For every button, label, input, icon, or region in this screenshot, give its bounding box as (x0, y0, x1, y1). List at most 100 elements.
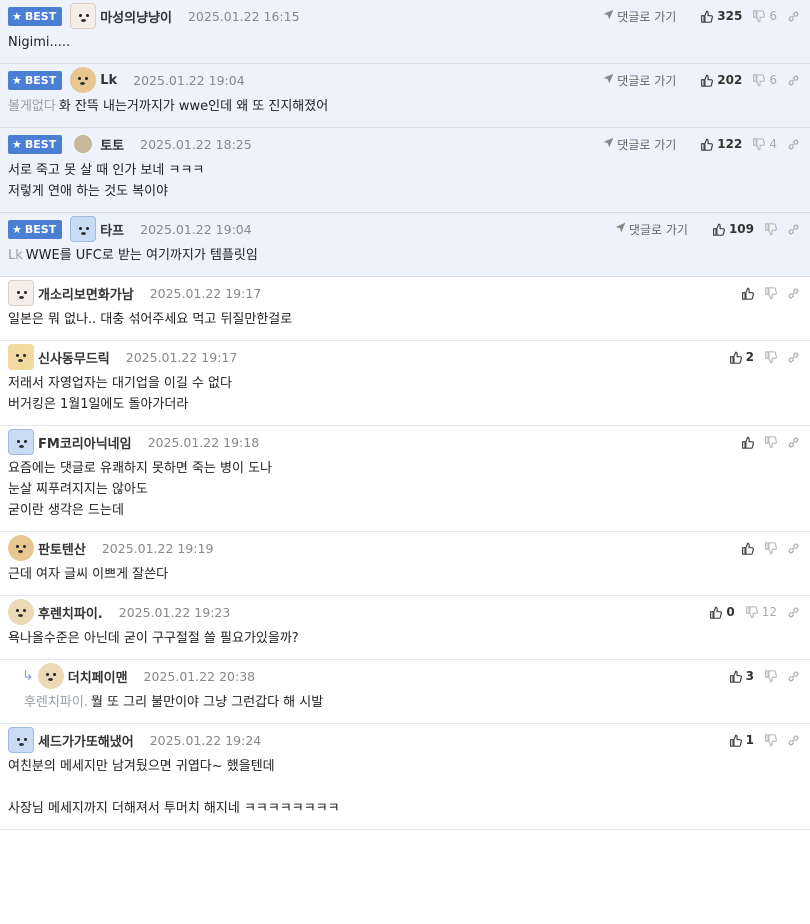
downvote-button[interactable]: 12 (745, 605, 777, 619)
comment-date: 2025.01.22 16:15 (187, 8, 300, 24)
author-name[interactable]: 신사동무드릭 (38, 348, 110, 367)
best-badge-label: BEST (24, 73, 57, 87)
comment-line: 후렌치파이. 뭘 또 그리 불만이야 그냥 그런갑다 해 시발 (24, 692, 802, 713)
upvote-button[interactable]: 325 (700, 9, 742, 23)
comment-text: 굳이란 생각은 드는데 (8, 503, 124, 518)
downvote-button[interactable] (764, 541, 777, 555)
thumbs-up-icon (729, 351, 742, 364)
downvote-button[interactable] (764, 350, 777, 364)
comment-actions: 1 (719, 724, 800, 756)
downvote-button[interactable]: 6 (752, 9, 777, 23)
goto-comment-link[interactable]: 댓글로 가기 (615, 221, 688, 238)
avatar (70, 3, 97, 29)
author-name[interactable]: FM코리아닉네임 (38, 433, 132, 452)
comment-actions: 2 (719, 341, 800, 373)
reply-target[interactable]: Lk (8, 248, 23, 263)
upvote-button[interactable]: 2 (729, 350, 754, 364)
link-icon (787, 734, 800, 747)
comment-line: 일본은 뭐 없나.. 대충 섞어주세요 먹고 뒤질만한걸로 (8, 309, 802, 330)
comment-body: 욕나올수준은 아닌데 굳이 구구절절 쓸 필요가있을까? (8, 628, 802, 659)
copy-link-button[interactable] (787, 734, 800, 747)
comment-text: 저래서 자영업자는 대기업을 이길 수 없다 (8, 376, 232, 391)
goto-comment-label: 댓글로 가기 (617, 9, 677, 24)
upvote-button[interactable]: 109 (712, 222, 754, 236)
author-name[interactable]: 타프 (100, 220, 124, 239)
comment-text: 버거킹은 1월1일에도 돌아가더라 (8, 397, 189, 412)
comment-body: 볼게없다 화 잔뜩 내는거까지가 wwe인데 왜 또 진지해졌어 (8, 96, 802, 127)
reply-target[interactable]: 후렌치파이. (24, 695, 88, 710)
upvote-button[interactable]: 0 (709, 605, 735, 619)
upvote-button[interactable]: 1 (729, 733, 754, 747)
thumbs-down-icon (764, 435, 777, 449)
comment-actions: 0 12 (699, 596, 800, 628)
avatar (70, 67, 97, 93)
comment-actions (731, 277, 800, 309)
comment-line: 요즘에는 댓글로 유쾌하지 못하면 죽는 병이 도나 (8, 458, 802, 479)
author-name[interactable]: 판토텐산 (38, 539, 86, 558)
goto-comment-label: 댓글로 가기 (617, 137, 677, 152)
downvote-button[interactable] (764, 733, 777, 747)
best-badge-label: BEST (24, 137, 57, 151)
upvote-button[interactable] (741, 436, 754, 449)
thumbs-up-icon (712, 223, 725, 236)
comment-text: 뭘 또 그리 불만이야 그냥 그런갑다 해 시발 (90, 695, 324, 710)
comment-text: 화 잔뜩 내는거까지가 wwe인데 왜 또 진지해졌어 (58, 99, 329, 114)
upvote-button[interactable]: 122 (700, 137, 742, 151)
copy-link-button[interactable] (787, 287, 800, 300)
author-name[interactable]: 더치페이맨 (68, 667, 128, 686)
comment-item: 신사동무드릭 2025.01.22 19:17 2 저래서 자영업자는 대기업을 이길… (0, 341, 810, 426)
comment-item: 판토텐산 2025.01.22 19:19 근데 여자 글씨 이쁘게 잘쓴다 (0, 532, 810, 596)
best-badge: ★ BEST (8, 219, 63, 239)
downvote-button[interactable] (764, 286, 777, 300)
goto-comment-link[interactable]: 댓글로 가기 (603, 136, 676, 153)
copy-link-button[interactable] (787, 351, 800, 364)
copy-link-button[interactable] (787, 436, 800, 449)
send-arrow-icon (603, 73, 617, 87)
copy-link-button[interactable] (787, 223, 800, 236)
upvote-button[interactable]: 3 (729, 669, 754, 683)
upvote-count: 202 (717, 73, 743, 87)
copy-link-button[interactable] (787, 10, 800, 23)
avatar (8, 429, 34, 455)
comment-line: 욕나올수준은 아닌데 굳이 구구절절 쓸 필요가있을까? (8, 628, 802, 649)
author-name[interactable]: 후렌치파이. (38, 603, 103, 622)
thumbs-down-icon (752, 9, 766, 23)
comment-line: 볼게없다 화 잔뜩 내는거까지가 wwe인데 왜 또 진지해졌어 (8, 96, 802, 117)
upvote-count: 122 (717, 137, 743, 151)
downvote-button[interactable] (764, 435, 777, 449)
copy-link-button[interactable] (787, 542, 800, 555)
avatar (8, 280, 34, 306)
downvote-button[interactable] (764, 222, 777, 236)
thumbs-up-icon (741, 287, 754, 300)
comment-body: 후렌치파이. 뭘 또 그리 불만이야 그냥 그런갑다 해 시발 (8, 692, 802, 723)
upvote-button[interactable] (741, 542, 754, 555)
avatar (8, 599, 34, 625)
thumbs-down-icon (745, 605, 758, 619)
downvote-button[interactable]: 4 (752, 137, 777, 151)
link-icon (787, 436, 800, 449)
goto-comment-link[interactable]: 댓글로 가기 (603, 8, 676, 25)
upvote-button[interactable] (741, 287, 754, 300)
author-name[interactable]: 세드가가또해냈어 (38, 731, 134, 750)
comment-body: Lk WWE를 UFC로 받는 여기까지가 템플릿임 (8, 245, 802, 276)
comment-line: 사장님 메세지까지 더해져서 투머치 해지네 ㅋㅋㅋㅋㅋㅋㅋㅋ (8, 798, 802, 819)
downvote-button[interactable] (764, 669, 777, 683)
upvote-count: 0 (726, 605, 735, 619)
best-badge-label: BEST (24, 222, 57, 236)
copy-link-button[interactable] (787, 606, 800, 619)
reply-target[interactable]: 볼게없다 (8, 99, 56, 114)
send-arrow-icon (603, 137, 617, 151)
author-name[interactable]: 마성의냥냥이 (100, 7, 172, 26)
comment-list: ★ BEST 마성의냥냥이 2025.01.22 16:15 댓글로 가기 325 6 Nig… (0, 0, 810, 830)
author-name[interactable]: 토토 (100, 135, 124, 154)
comment-item: FM코리아닉네임 2025.01.22 19:18 요즘에는 댓글로 유쾌하지 못하… (0, 426, 810, 532)
author-name[interactable]: 개소리보면화가남 (38, 284, 134, 303)
downvote-button[interactable]: 6 (752, 73, 777, 87)
goto-comment-link[interactable]: 댓글로 가기 (603, 72, 676, 89)
copy-link-button[interactable] (787, 670, 800, 683)
copy-link-button[interactable] (787, 74, 800, 87)
comment-date: 2025.01.22 19:17 (125, 349, 238, 365)
copy-link-button[interactable] (787, 138, 800, 151)
author-name[interactable]: Lk (100, 73, 117, 88)
upvote-button[interactable]: 202 (700, 73, 742, 87)
